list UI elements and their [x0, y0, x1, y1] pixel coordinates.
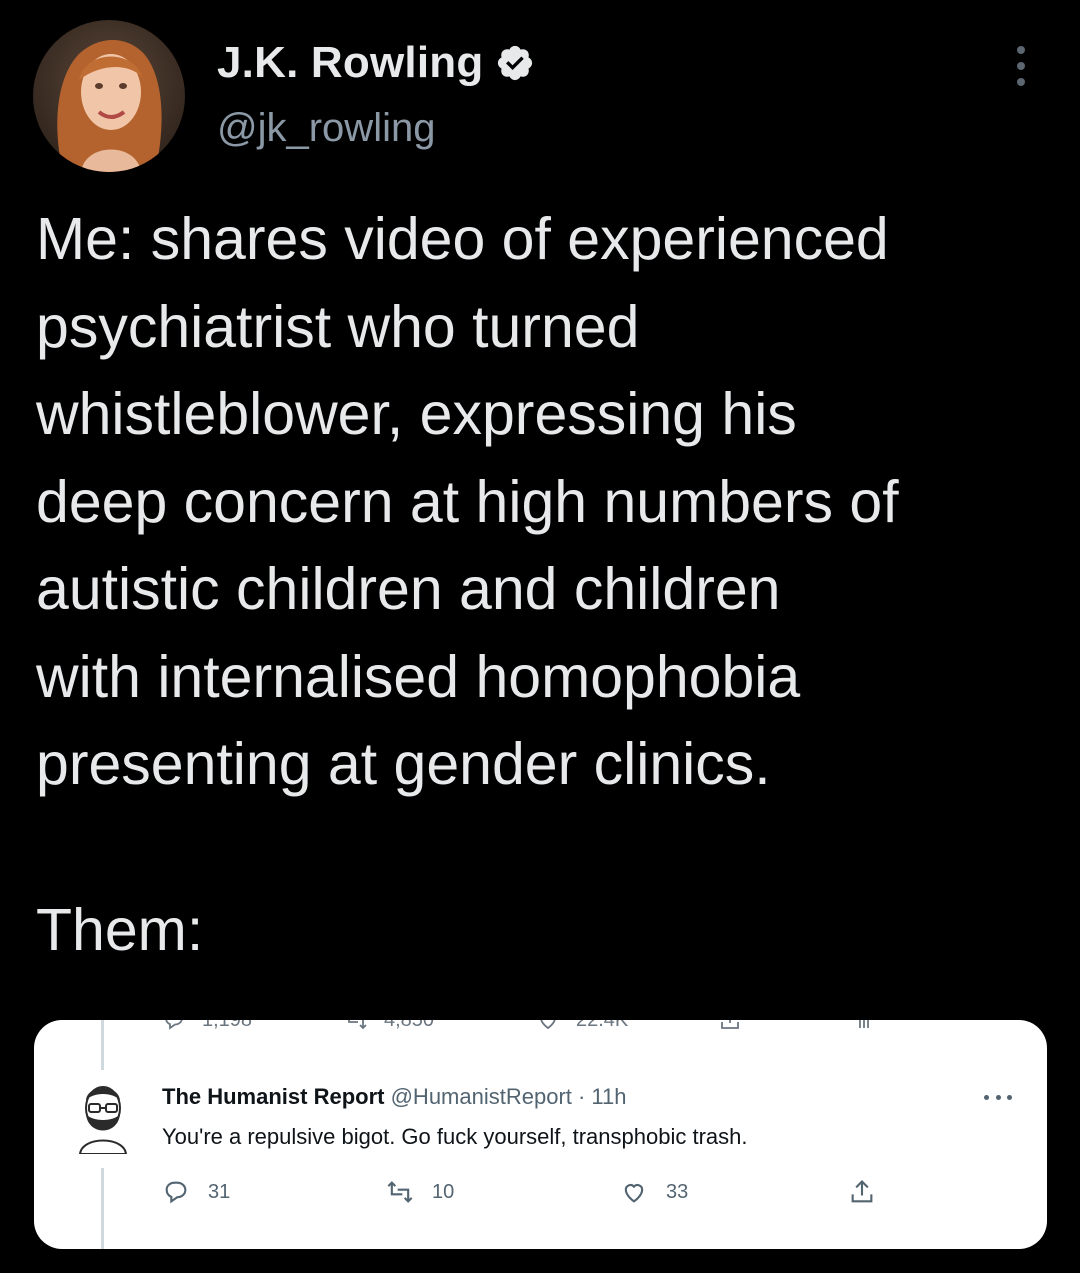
reply-icon [165, 1181, 187, 1204]
like-count: 33 [666, 1180, 689, 1203]
author-handle[interactable]: @jk_rowling [217, 106, 435, 151]
previous-analytics [852, 1020, 876, 1032]
reply-author-avatar[interactable] [72, 1078, 134, 1155]
retweet-count: 10 [432, 1180, 455, 1203]
reply-header: The Humanist Report @HumanistReport · 11… [162, 1084, 627, 1110]
embedded-reply-screenshot[interactable]: 1,198 4,850 22.4K [34, 1020, 1047, 1249]
previous-tweet-actions: 1,198 4,850 22.4K [34, 1020, 1047, 1034]
share-button[interactable] [848, 1178, 876, 1206]
tweet-them-text: Them: [36, 897, 204, 963]
verified-badge-icon [495, 43, 535, 83]
reply-count: 31 [208, 1180, 231, 1203]
previous-share [718, 1020, 742, 1032]
previous-reply-count: 1,198 [162, 1020, 252, 1032]
more-icon[interactable] [1006, 44, 1036, 88]
author-avatar[interactable] [33, 20, 185, 172]
reply-icon [165, 1020, 183, 1030]
author-display-name[interactable]: J.K. Rowling [217, 38, 483, 88]
tweet-text: Me: shares video of experienced psychiat… [36, 206, 899, 797]
reply-author-name[interactable]: The Humanist Report [162, 1084, 384, 1109]
retweet-icon [348, 1020, 367, 1030]
heart-icon [540, 1020, 556, 1030]
author-name-row: J.K. Rowling [217, 38, 535, 88]
thread-line-bottom [101, 1168, 104, 1249]
share-icon [851, 1180, 873, 1203]
tweet-screenshot: J.K. Rowling @jk_rowling Me: shares vide… [0, 0, 1080, 1273]
reply-button[interactable]: 31 [162, 1178, 230, 1206]
reply-text: You're a repulsive bigot. Go fuck yourse… [162, 1124, 748, 1149]
retweet-button[interactable]: 10 [386, 1178, 454, 1206]
retweet-icon [387, 1181, 413, 1203]
share-icon [721, 1020, 739, 1029]
analytics-icon [859, 1020, 869, 1028]
reply-more-icon[interactable] [984, 1092, 1012, 1102]
previous-retweet-count: 4,850 [344, 1020, 434, 1032]
like-button[interactable]: 33 [620, 1178, 688, 1206]
previous-like-count: 22.4K [536, 1020, 628, 1032]
heart-icon [624, 1184, 644, 1203]
reply-author-handle-time[interactable]: @HumanistReport · 11h [391, 1084, 627, 1109]
